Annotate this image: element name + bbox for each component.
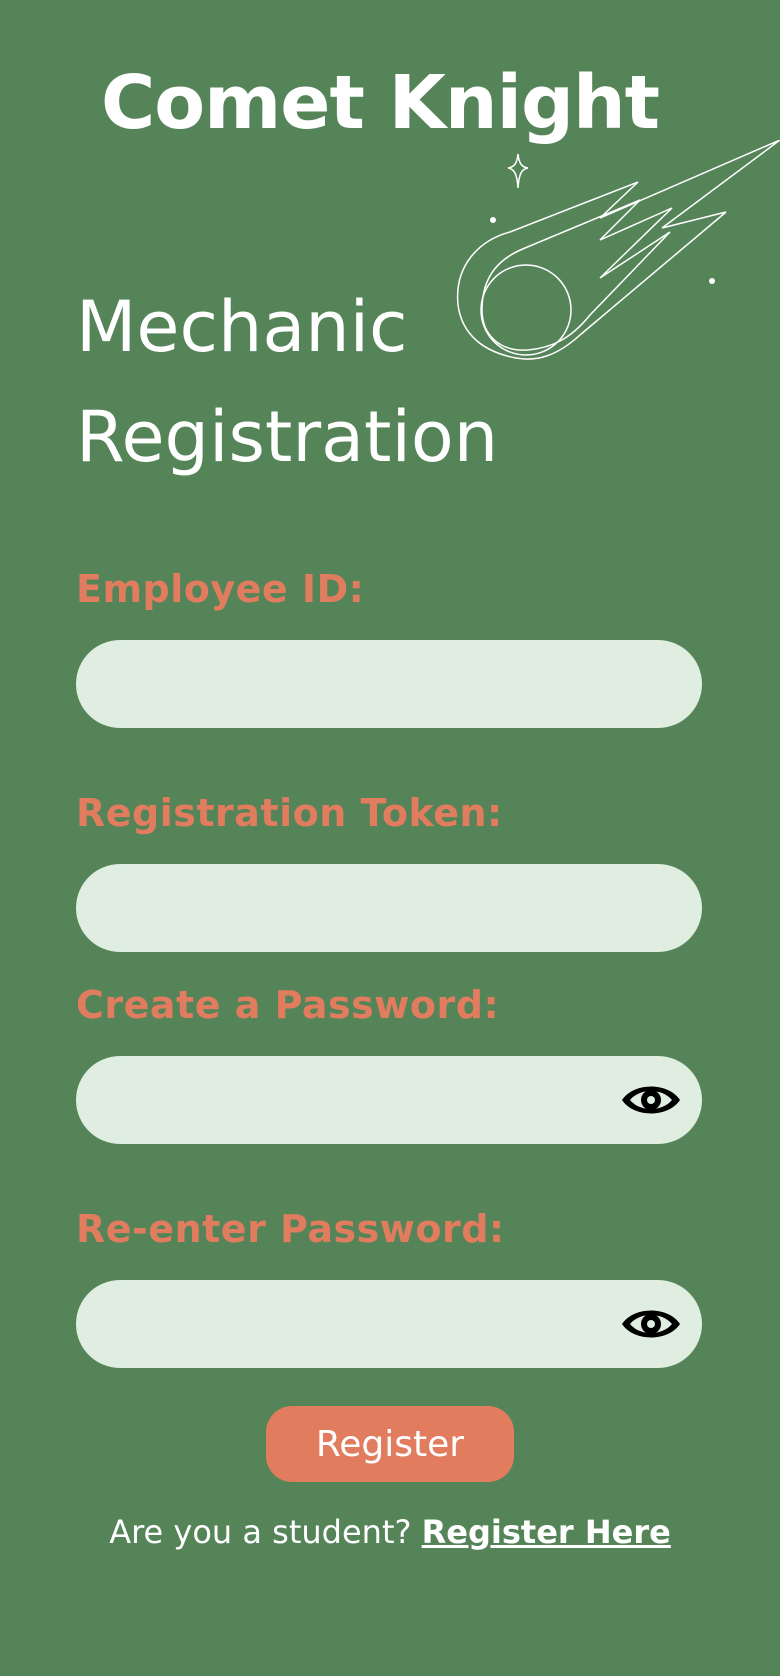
employee-id-field[interactable] bbox=[76, 640, 702, 730]
register-button[interactable]: Register bbox=[266, 1406, 514, 1482]
student-prompt-text: Are you a student? bbox=[109, 1513, 422, 1551]
reenter-password-input[interactable] bbox=[112, 1280, 616, 1370]
password-field[interactable] bbox=[76, 1056, 702, 1146]
reenter-password-field[interactable] bbox=[76, 1280, 702, 1370]
employee-id-label: Employee ID: bbox=[76, 567, 365, 611]
reenter-password-label: Re-enter Password: bbox=[76, 1207, 505, 1251]
eye-icon[interactable] bbox=[620, 1300, 682, 1348]
password-label: Create a Password: bbox=[76, 983, 500, 1027]
registration-token-input[interactable] bbox=[112, 864, 616, 954]
app-title: Comet Knight bbox=[101, 60, 660, 146]
registration-token-label: Registration Token: bbox=[76, 791, 503, 835]
student-register-prompt: Are you a student? Register Here bbox=[0, 1512, 780, 1552]
eye-icon[interactable] bbox=[620, 1076, 682, 1124]
registration-token-field[interactable] bbox=[76, 864, 702, 954]
page-title-line1: Mechanic bbox=[76, 286, 408, 368]
page-title-line2: Registration bbox=[76, 396, 499, 478]
employee-id-input[interactable] bbox=[112, 640, 616, 730]
page-title: Mechanic Registration bbox=[76, 272, 498, 492]
register-here-link[interactable]: Register Here bbox=[422, 1513, 671, 1551]
password-input[interactable] bbox=[112, 1056, 616, 1146]
